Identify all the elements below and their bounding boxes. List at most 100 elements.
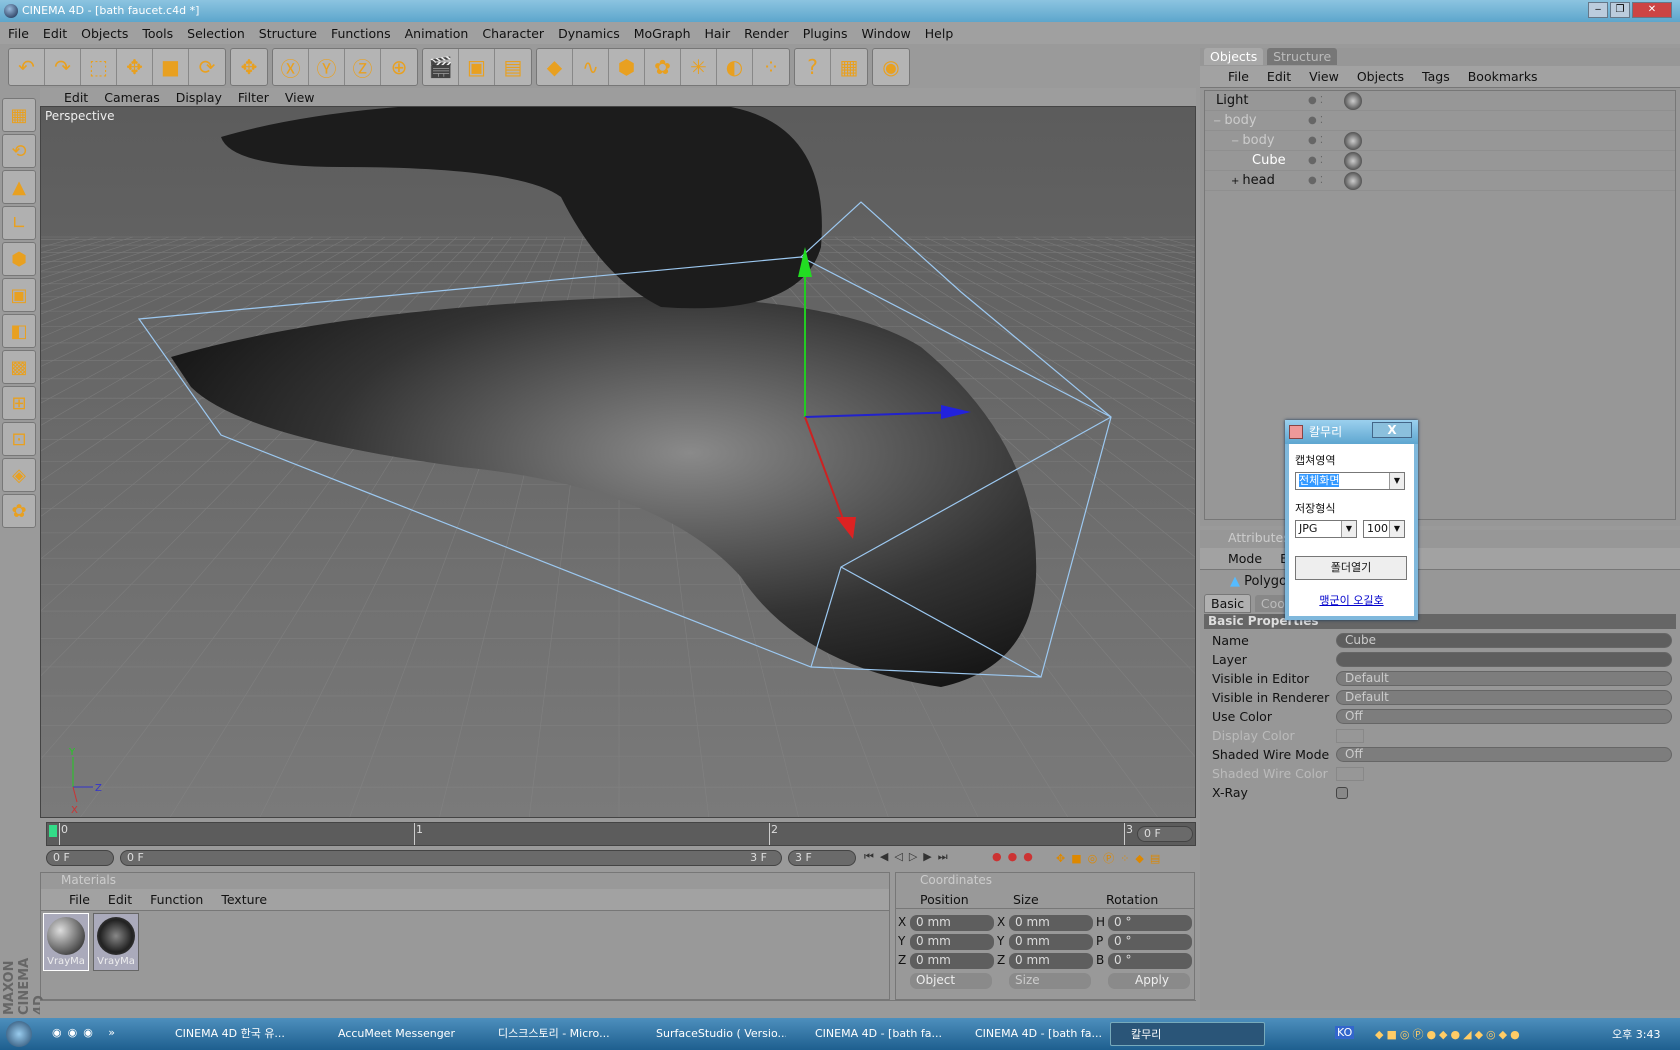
menu-tools[interactable]: Tools xyxy=(142,26,173,41)
coordinate-input[interactable]: 0 ° xyxy=(1108,934,1192,950)
format-select[interactable]: JPG ▼ xyxy=(1295,520,1357,538)
array-button[interactable]: ✿ xyxy=(645,49,681,85)
visible-in-renderer-field[interactable]: Default xyxy=(1336,690,1672,705)
tab-basic[interactable]: Basic xyxy=(1204,594,1252,613)
menu-functions[interactable]: Functions xyxy=(331,26,391,41)
live-selection-button[interactable]: ⬚ xyxy=(81,49,117,85)
visibility-dots[interactable]: ● ⁚ xyxy=(1300,175,1340,186)
coordinate-input[interactable]: 0 ° xyxy=(1108,953,1192,969)
taskbar-item[interactable]: CINEMA 4D - [bath fa... xyxy=(795,1022,945,1046)
edges-mode-button[interactable]: ∟ xyxy=(2,206,36,240)
viewport-perspective[interactable]: Y Z X Perspective xyxy=(40,106,1196,818)
display-color-swatch[interactable] xyxy=(1336,728,1364,743)
deformer-button[interactable]: ✳ xyxy=(681,49,717,85)
object-row[interactable]: Light ● ⁚ xyxy=(1205,91,1675,111)
shaded-wire-mode-field[interactable]: Off xyxy=(1336,747,1672,762)
expand-toggle[interactable]: − xyxy=(1231,136,1239,147)
animation-button[interactable]: ◈ xyxy=(2,458,36,492)
menu-mograph[interactable]: MoGraph xyxy=(634,26,691,41)
sculpt-button[interactable]: ✿ xyxy=(2,494,36,528)
viewport-menu-view[interactable]: View xyxy=(285,90,315,105)
record-controls[interactable]: ●●● xyxy=(992,850,1039,863)
objects-menu-bookmarks[interactable]: Bookmarks xyxy=(1468,69,1538,84)
start-button[interactable] xyxy=(6,1021,32,1047)
restore-button[interactable]: ❐ xyxy=(1610,2,1630,18)
ime-indicator[interactable]: KO xyxy=(1335,1026,1355,1039)
viewport-menu-display[interactable]: Display xyxy=(176,90,222,105)
end-frame-field[interactable]: 3 F xyxy=(788,850,856,866)
x-ray-checkbox[interactable] xyxy=(1336,786,1348,799)
viewport-menu-cameras[interactable]: Cameras xyxy=(104,90,160,105)
capture-area-select[interactable]: 전체화면 ▼ xyxy=(1295,472,1405,490)
objects-menu-file[interactable]: File xyxy=(1228,69,1249,84)
menu-structure[interactable]: Structure xyxy=(259,26,317,41)
move-button[interactable]: ✥ xyxy=(117,49,153,85)
attributes-menu-mode[interactable]: Mode xyxy=(1228,551,1262,566)
use-color-field[interactable]: Off xyxy=(1336,709,1672,724)
range-slider[interactable]: 0 F3 F xyxy=(120,850,782,866)
menu-window[interactable]: Window xyxy=(861,26,910,41)
playback-controls[interactable]: ⏮◀◁▷▶⏭ xyxy=(864,850,954,864)
materials-menu-function[interactable]: Function xyxy=(150,892,203,907)
z-axis-button[interactable]: Ⓩ xyxy=(345,49,381,85)
object-mode-button[interactable]: ▣ xyxy=(2,278,36,312)
object-row[interactable]: − body ● ⁚ xyxy=(1205,131,1675,151)
shaded-wire-color-swatch[interactable] xyxy=(1336,766,1364,781)
visibility-dots[interactable]: ● ⁚ xyxy=(1300,135,1340,146)
layout-button[interactable]: ▦ xyxy=(2,98,36,132)
expand-toggle[interactable]: + xyxy=(1231,176,1239,187)
texture-mode-button[interactable]: ▩ xyxy=(2,350,36,384)
render-view-button[interactable]: 🎬 xyxy=(423,49,459,85)
visibility-dots[interactable]: ● ⁚ xyxy=(1300,115,1340,126)
redo-button[interactable]: ↷ xyxy=(45,49,81,85)
undo-button[interactable]: ↶ xyxy=(9,49,45,85)
expand-toggle[interactable]: − xyxy=(1213,116,1221,127)
coordinate-input[interactable]: 0 mm xyxy=(910,934,994,950)
taskbar-item[interactable]: 칼무리 xyxy=(1110,1022,1265,1046)
menu-character[interactable]: Character xyxy=(482,26,544,41)
browser-button[interactable]: ◉ xyxy=(873,49,909,85)
apply-button[interactable]: Apply xyxy=(1108,973,1190,989)
objects-menu-tags[interactable]: Tags xyxy=(1422,69,1450,84)
dialog-close-button[interactable]: X xyxy=(1372,422,1412,438)
start-frame-field[interactable]: 0 F xyxy=(46,850,114,866)
nurbs-button[interactable]: ⬢ xyxy=(609,49,645,85)
menu-selection[interactable]: Selection xyxy=(187,26,245,41)
spline-button[interactable]: ∿ xyxy=(573,49,609,85)
coordinate-input[interactable]: 0 mm xyxy=(910,915,994,931)
visible-in-editor-field[interactable]: Default xyxy=(1336,671,1672,686)
tab-structure[interactable]: Structure xyxy=(1267,48,1338,65)
cube-primitive-button[interactable]: ◆ xyxy=(537,49,573,85)
object-row[interactable]: − body ● ⁚ xyxy=(1205,111,1675,131)
points-mode-button[interactable]: ▲ xyxy=(2,170,36,204)
help-cursor-button[interactable]: ? xyxy=(795,49,831,85)
tab-objects[interactable]: Objects xyxy=(1204,48,1264,65)
menu-objects[interactable]: Objects xyxy=(81,26,128,41)
material-swatch[interactable]: VrayMa xyxy=(93,913,139,971)
render-settings-button[interactable]: ▤ xyxy=(495,49,531,85)
objects-menu-view[interactable]: View xyxy=(1309,69,1339,84)
menu-help[interactable]: Help xyxy=(925,26,954,41)
world-coordinates-button[interactable]: ⊕ xyxy=(381,49,417,85)
material-swatch[interactable]: VrayMa xyxy=(43,913,89,971)
rotate-button[interactable]: ⟳ xyxy=(189,49,225,85)
taskbar-item[interactable]: CINEMA 4D 한국 유... xyxy=(155,1022,305,1046)
coordinate-input[interactable]: 0 mm xyxy=(1009,915,1093,931)
scene-button[interactable]: ◐ xyxy=(717,49,753,85)
materials-menu-texture[interactable]: Texture xyxy=(221,892,267,907)
material-tag-icon[interactable] xyxy=(1344,151,1362,170)
move-axis-button[interactable]: ✥ xyxy=(231,49,267,85)
viewport-menu-filter[interactable]: Filter xyxy=(238,90,269,105)
coordinate-input[interactable]: 0 mm xyxy=(910,953,994,969)
axis-mode-button[interactable]: ⊞ xyxy=(2,386,36,420)
materials-menu-file[interactable]: File xyxy=(69,892,90,907)
menu-hair[interactable]: Hair xyxy=(705,26,731,41)
author-link[interactable]: 맹군이 오길호 xyxy=(1289,592,1414,608)
undo-view-button[interactable]: ⟲ xyxy=(2,134,36,168)
materials-menu-edit[interactable]: Edit xyxy=(108,892,132,907)
particle-button[interactable]: ⁘ xyxy=(753,49,789,85)
material-tag-icon[interactable] xyxy=(1344,91,1362,110)
menu-edit[interactable]: Edit xyxy=(43,26,67,41)
taskbar-item[interactable]: CINEMA 4D - [bath fa... xyxy=(955,1022,1105,1046)
object-row[interactable]: Cube ● ⁚ xyxy=(1205,151,1675,171)
